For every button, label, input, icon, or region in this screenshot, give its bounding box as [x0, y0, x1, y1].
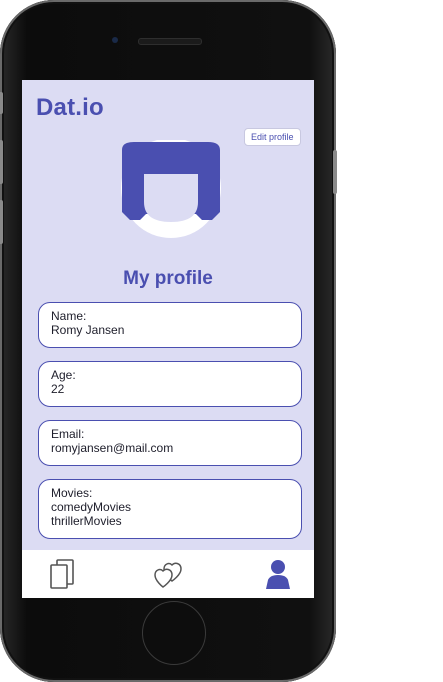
email-field: Email: romyjansen@mail.com [38, 420, 302, 466]
earpiece-speaker [138, 38, 202, 45]
movies-value: comedyMovies [51, 499, 132, 514]
volume-down-button [0, 200, 3, 244]
cards-icon [50, 559, 74, 589]
email-value: romyjansen@mail.com [51, 440, 174, 455]
name-label: Name: [51, 309, 87, 323]
hearts-icon [154, 562, 182, 588]
app-brand: Dat.io [36, 94, 104, 121]
bottom-tab-bar [22, 550, 314, 598]
phone-frame: Dat.io Edit profile My profile Name: Rom… [0, 0, 337, 682]
tab-matches[interactable] [150, 556, 186, 592]
age-label: Age: [51, 368, 76, 382]
app-screen: Dat.io Edit profile My profile Name: Rom… [22, 80, 314, 598]
name-field: Name: Romy Jansen [38, 302, 302, 348]
tab-cards[interactable] [44, 556, 80, 592]
mute-switch [0, 92, 3, 114]
front-camera [112, 37, 118, 43]
movies-label: Movies: [51, 486, 93, 500]
home-button[interactable] [142, 601, 206, 665]
movies-value: thrillerMovies [51, 513, 122, 528]
avatar-illustration [121, 138, 221, 238]
edit-profile-button[interactable]: Edit profile [244, 128, 301, 146]
age-field: Age: 22 [38, 361, 302, 407]
tab-profile[interactable] [260, 556, 296, 592]
name-value: Romy Jansen [51, 322, 125, 337]
volume-up-button [0, 140, 3, 184]
person-icon [266, 560, 290, 589]
movies-field: Movies: comedyMovies thrillerMovies [38, 479, 302, 539]
page-title: My profile [123, 268, 213, 289]
power-button [333, 150, 337, 194]
age-value: 22 [51, 381, 65, 396]
avatar [114, 138, 228, 240]
email-label: Email: [51, 427, 85, 441]
